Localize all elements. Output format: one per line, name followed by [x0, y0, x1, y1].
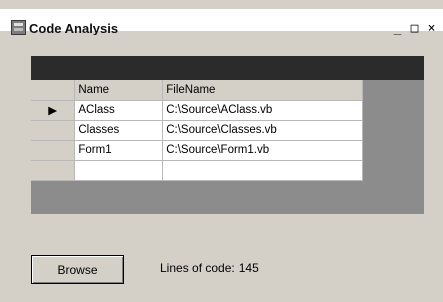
- grid-header-row: Name FileName: [31, 80, 363, 101]
- row-header[interactable]: [31, 120, 76, 141]
- table-row[interactable]: Classes C:\Source\Classes.vb: [31, 120, 363, 141]
- cell-filename[interactable]: C:\Source\Classes.vb: [162, 120, 363, 141]
- app-window-icon: [11, 20, 26, 35]
- grid-caption-bar: [31, 56, 424, 80]
- code-analysis-window: Code Analysis _ □ × Name FileName ▶ ACla…: [0, 0, 443, 302]
- column-header-filename[interactable]: FileName: [162, 80, 363, 101]
- new-row[interactable]: [31, 160, 363, 181]
- lines-of-code-display: Lines of code: 145: [160, 261, 259, 275]
- grid-table[interactable]: Name FileName ▶ AClass C:\Source\AClass.…: [31, 80, 363, 181]
- table-row[interactable]: ▶ AClass C:\Source\AClass.vb: [31, 100, 363, 121]
- new-cell-name[interactable]: [74, 160, 164, 181]
- new-row-header[interactable]: [31, 160, 76, 181]
- column-header-name[interactable]: Name: [74, 80, 164, 101]
- lines-of-code-label: Lines of code:: [160, 261, 235, 275]
- row-header[interactable]: [31, 140, 76, 161]
- client-area: Name FileName ▶ AClass C:\Source\AClass.…: [5, 35, 438, 298]
- cell-filename[interactable]: C:\Source\AClass.vb: [162, 100, 363, 121]
- title-bar[interactable]: Code Analysis _ □ ×: [0, 9, 443, 36]
- window-title: Code Analysis: [29, 21, 119, 36]
- data-grid[interactable]: Name FileName ▶ AClass C:\Source\AClass.…: [31, 56, 424, 214]
- cell-name[interactable]: AClass: [74, 100, 164, 121]
- cell-name[interactable]: Form1: [74, 140, 164, 161]
- browse-button[interactable]: Browse: [31, 255, 124, 284]
- new-cell-filename[interactable]: [162, 160, 363, 181]
- table-row[interactable]: Form1 C:\Source\Form1.vb: [31, 140, 363, 161]
- corner-header[interactable]: [31, 80, 76, 101]
- cell-name[interactable]: Classes: [74, 120, 164, 141]
- lines-of-code-value: 145: [238, 261, 259, 275]
- current-row-indicator[interactable]: ▶: [31, 100, 76, 121]
- cell-filename[interactable]: C:\Source\Form1.vb: [162, 140, 363, 161]
